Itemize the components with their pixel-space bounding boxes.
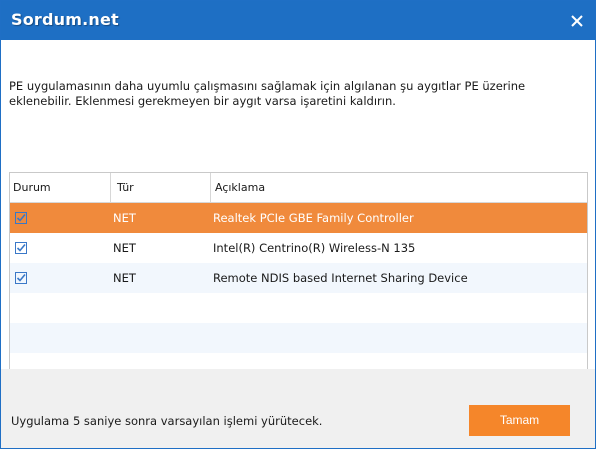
dialog-window: Sordum.net PE uygulamasının daha uyumlu …: [0, 0, 596, 449]
row-checkbox[interactable]: [15, 242, 27, 254]
row-type: NET: [113, 241, 136, 255]
close-icon: [571, 15, 583, 27]
row-description: Remote NDIS based Internet Sharing Devic…: [213, 271, 468, 285]
row-description: Realtek PCIe GBE Family Controller: [213, 211, 414, 225]
ok-button[interactable]: Tamam: [469, 405, 570, 436]
window-title: Sordum.net: [11, 10, 119, 29]
table-header: Durum Tür Açıklama: [10, 173, 587, 203]
title-bar[interactable]: Sordum.net: [1, 1, 595, 40]
countdown-message: Uygulama 5 saniye sonra varsayılan işlem…: [11, 414, 323, 428]
device-table: Durum Tür Açıklama NET Realtek PCIe GBE …: [9, 172, 588, 383]
row-checkbox[interactable]: [15, 212, 27, 224]
column-header-description[interactable]: Açıklama: [211, 173, 586, 202]
table-row[interactable]: NET Realtek PCIe GBE Family Controller: [10, 203, 587, 233]
row-type: NET: [113, 271, 136, 285]
row-checkbox[interactable]: [15, 272, 27, 284]
column-header-status[interactable]: Durum: [10, 173, 111, 202]
checkbox-checked-icon: [15, 212, 27, 224]
row-description: Intel(R) Centrino(R) Wireless-N 135: [213, 241, 416, 255]
checkbox-checked-icon: [15, 242, 27, 254]
close-button[interactable]: [565, 9, 589, 33]
table-row[interactable]: NET Remote NDIS based Internet Sharing D…: [10, 263, 587, 293]
empty-row: [10, 293, 587, 323]
empty-row: [10, 323, 587, 353]
checkbox-checked-icon: [15, 272, 27, 284]
content-area: PE uygulamasının daha uyumlu çalışmasını…: [1, 40, 595, 383]
table-row[interactable]: NET Intel(R) Centrino(R) Wireless-N 135: [10, 233, 587, 263]
footer-bar: Uygulama 5 saniye sonra varsayılan işlem…: [1, 369, 595, 448]
row-type: NET: [113, 211, 136, 225]
description-text: PE uygulamasının daha uyumlu çalışmasını…: [9, 79, 526, 108]
column-header-type[interactable]: Tür: [111, 173, 211, 202]
